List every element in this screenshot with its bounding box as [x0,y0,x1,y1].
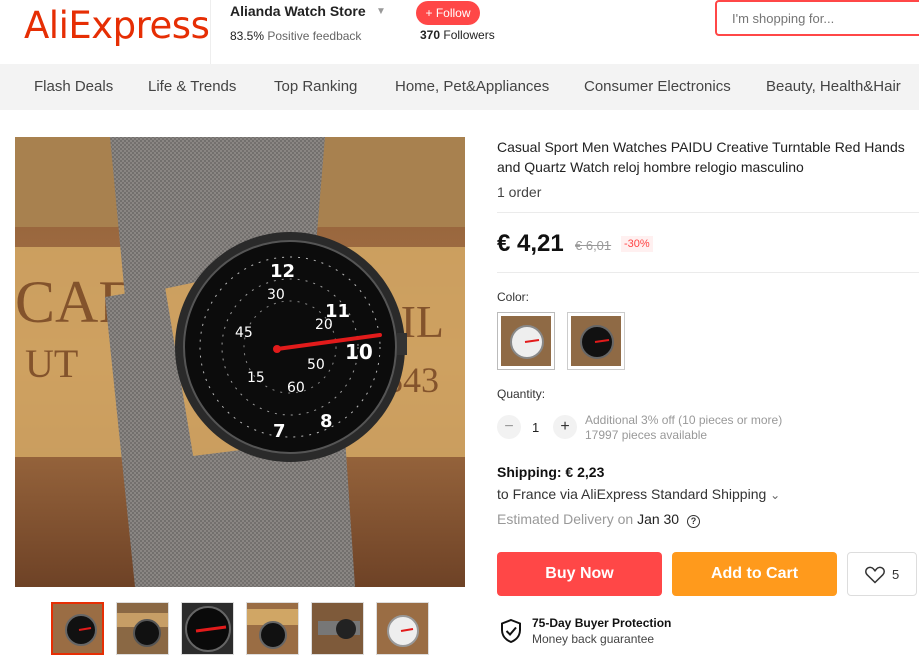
header: AliExpress Alianda Watch Store ▼ 83.5% P… [0,0,919,64]
divider [497,212,919,213]
help-icon[interactable]: ? [687,515,700,528]
nav-item-top-ranking[interactable]: Top Ranking [274,78,357,95]
svg-text:12: 12 [270,261,295,282]
quantity-decrease-button[interactable]: − [497,415,521,439]
thumbnail-3[interactable] [181,602,234,655]
feedback-percent: 83.5% [230,29,265,43]
shipping-cost: Shipping: € 2,23 [497,464,605,480]
svg-text:8: 8 [320,411,333,432]
svg-text:10: 10 [345,340,373,364]
product-main-image[interactable]: CAF SIL 843 UT 12 11 10 8 7 30 45 15 60 … [15,137,465,587]
divider [497,272,919,273]
shipping-destination[interactable]: to France via AliExpress Standard Shippi… [497,486,780,502]
discount-badge: -30% [621,236,653,252]
wishlist-button[interactable]: 5 [847,552,917,596]
store-feedback: 83.5% Positive feedback [230,29,361,43]
search-box [715,0,919,36]
current-price: € 4,21 [497,230,564,257]
caret-down-icon[interactable]: ▼ [376,6,386,17]
add-to-cart-button[interactable]: Add to Cart [672,552,837,596]
buyer-protection-subtitle: Money back guarantee [532,632,655,646]
followers-label: Followers [443,28,495,42]
quantity-note: Additional 3% off (10 pieces or more) 17… [585,413,782,443]
wishlist-count: 5 [892,567,900,582]
quantity-value[interactable]: 1 [532,420,539,435]
thumbnail-6[interactable] [376,602,429,655]
followers-count: 370 [420,28,441,42]
product-title: Casual Sport Men Watches PAIDU Creative … [497,139,905,175]
heart-icon [865,566,885,584]
store-name[interactable]: Alianda Watch Store [230,3,366,19]
buyer-protection-title: 75-Day Buyer Protection [532,616,672,630]
category-nav: Flash Deals Life & Trends Top Ranking Ho… [0,64,919,110]
color-option-black[interactable] [567,312,625,370]
shipping-destination-text: to France via AliExpress Standard Shippi… [497,486,767,502]
header-divider [210,0,211,64]
shield-check-icon [501,619,521,643]
quantity-increase-button[interactable]: + [553,415,577,439]
svg-text:60: 60 [287,380,305,396]
delivery-label: Estimated Delivery on [497,511,634,527]
thumbnail-5[interactable] [311,602,364,655]
original-price: € 6,01 [575,238,612,253]
svg-text:20: 20 [315,317,333,333]
followers: 370 Followers [420,28,495,42]
feedback-label: Positive feedback [267,29,362,43]
svg-text:30: 30 [267,287,285,303]
thumbnail-1[interactable] [51,602,104,655]
quantity-label: Quantity: [497,387,546,401]
estimated-delivery: Estimated Delivery on Jan 30 ? [497,511,700,528]
svg-text:UT: UT [25,341,78,386]
svg-text:7: 7 [273,421,286,442]
buy-now-button[interactable]: Buy Now [497,552,662,596]
nav-item-flash-deals[interactable]: Flash Deals [34,78,113,95]
nav-item-consumer-electronics[interactable]: Consumer Electronics [584,78,731,95]
order-count: 1 order [497,184,542,200]
svg-text:50: 50 [307,357,325,373]
thumbnail-2[interactable] [116,602,169,655]
thumbnail-4[interactable] [246,602,299,655]
aliexpress-logo[interactable]: AliExpress [24,4,210,47]
stock-available: 17997 pieces available [585,428,708,442]
follow-button[interactable]: + Follow [416,1,480,25]
nav-item-beauty-health[interactable]: Beauty, Health&Hair [766,78,901,95]
svg-text:15: 15 [247,370,265,386]
svg-text:45: 45 [235,325,253,341]
delivery-date: Jan 30 [637,511,680,527]
nav-item-life-trends[interactable]: Life & Trends [148,78,236,95]
bulk-discount-note: Additional 3% off (10 pieces or more) [585,413,783,427]
chevron-down-icon: ⌄ [770,488,781,502]
search-input[interactable] [717,2,919,34]
color-option-silver[interactable] [497,312,555,370]
color-label: Color: [497,290,530,304]
nav-item-home-pet[interactable]: Home, Pet&Appliances [395,78,549,95]
